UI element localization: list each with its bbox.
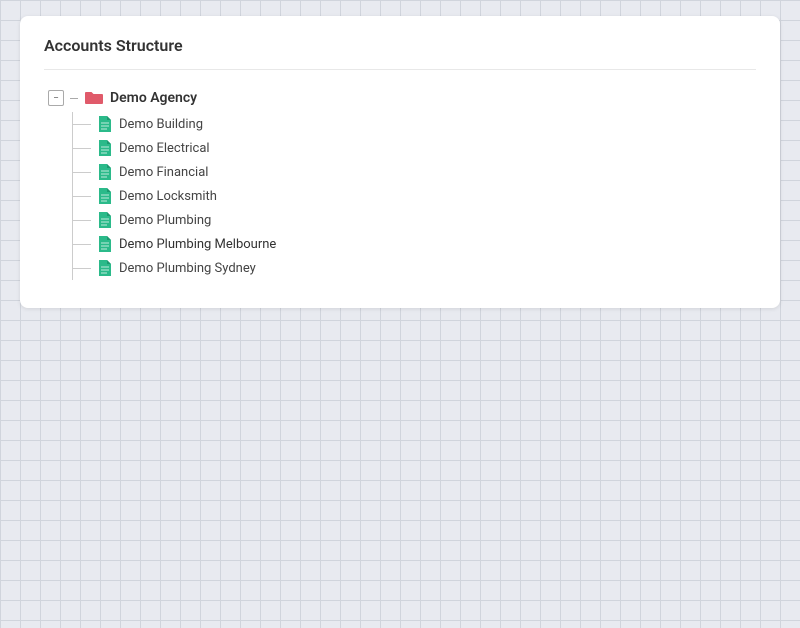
child-label: Demo Financial xyxy=(119,165,208,180)
tree-child-node[interactable]: Demo Plumbing Sydney xyxy=(73,256,756,280)
doc-icon xyxy=(97,115,113,133)
card-title: Accounts Structure xyxy=(44,36,756,70)
child-label: Demo Plumbing Melbourne xyxy=(119,237,276,252)
child-label: Demo Locksmith xyxy=(119,189,217,204)
child-label: Demo Plumbing xyxy=(119,213,211,228)
tree-child-node[interactable]: Demo Plumbing Melbourne xyxy=(73,232,756,256)
child-label: Demo Building xyxy=(119,117,203,132)
doc-icon xyxy=(97,211,113,229)
doc-icon xyxy=(97,187,113,205)
tree: − Demo Agency Demo Building Demo Electric… xyxy=(44,90,756,280)
child-label: Demo Electrical xyxy=(119,141,210,156)
doc-icon xyxy=(97,235,113,253)
tree-child-node[interactable]: Demo Locksmith xyxy=(73,184,756,208)
doc-icon xyxy=(97,139,113,157)
doc-icon xyxy=(97,163,113,181)
child-label: Demo Plumbing Sydney xyxy=(119,261,256,276)
accounts-structure-card: Accounts Structure − Demo Agency Demo Bu… xyxy=(20,16,780,308)
tree-child-node[interactable]: Demo Financial xyxy=(73,160,756,184)
folder-icon xyxy=(84,90,104,106)
root-connector xyxy=(70,98,78,99)
doc-icon xyxy=(97,259,113,277)
tree-root-node: − Demo Agency xyxy=(48,90,756,106)
tree-child-node[interactable]: Demo Electrical xyxy=(73,136,756,160)
tree-child-node[interactable]: Demo Plumbing xyxy=(73,208,756,232)
root-label[interactable]: Demo Agency xyxy=(110,90,197,106)
tree-children: Demo Building Demo Electrical Demo Financi… xyxy=(72,112,756,280)
tree-child-node[interactable]: Demo Building xyxy=(73,112,756,136)
tree-toggle-button[interactable]: − xyxy=(48,90,64,106)
